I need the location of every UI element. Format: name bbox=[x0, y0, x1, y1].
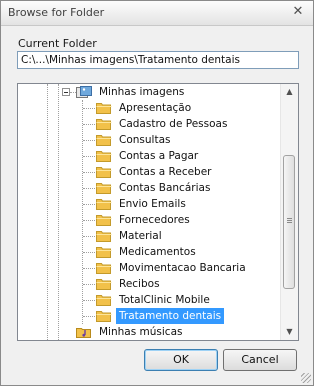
current-folder-label: Current Folder bbox=[18, 37, 97, 50]
tree-guide-line bbox=[58, 84, 59, 340]
tree-guide-line bbox=[83, 220, 95, 221]
tree-item-label: Contas a Receber bbox=[119, 166, 212, 178]
tree-item[interactable]: Envio Emails bbox=[96, 196, 298, 212]
tree-item[interactable]: Contas a Pagar bbox=[96, 148, 298, 164]
tree-item[interactable]: Cadastro de Pessoas bbox=[96, 116, 298, 132]
tree-item-label: TotalClinic Mobile bbox=[119, 294, 210, 306]
tree-item[interactable]: Consultas bbox=[96, 132, 298, 148]
tree-item[interactable]: Movimentacao Bancaria bbox=[96, 260, 298, 276]
vertical-scrollbar[interactable]: ▲ ▼ bbox=[280, 84, 298, 340]
tree-item-minhas-musicas[interactable]: Minhas músicas bbox=[76, 324, 298, 340]
tree-item-label: Envio Emails bbox=[119, 198, 186, 210]
current-folder-path[interactable]: C:\...\Minhas imagens\Tratamento dentais bbox=[17, 51, 299, 69]
tree-item-label: Minhas imagens bbox=[99, 86, 185, 98]
tree-item[interactable]: Contas a Receber bbox=[96, 164, 298, 180]
close-icon[interactable]: ✕ bbox=[290, 4, 306, 20]
tree-item[interactable]: TotalClinic Mobile bbox=[96, 292, 298, 308]
tree-item-label: Fornecedores bbox=[119, 214, 190, 226]
browse-folder-dialog: Browse for Folder ✕ Current Folder C:\..… bbox=[0, 0, 314, 386]
tree-guide-line bbox=[83, 204, 95, 205]
tree-item-label: Recibos bbox=[119, 278, 160, 290]
scroll-up-icon[interactable]: ▲ bbox=[281, 84, 298, 100]
tree-item-minhas-imagens[interactable]: Minhas imagens bbox=[76, 84, 298, 100]
tree-guide-line bbox=[83, 108, 95, 109]
tree-guide-line bbox=[83, 284, 95, 285]
tree-guide-line bbox=[47, 84, 48, 340]
tree-item[interactable]: Tratamento dentais bbox=[96, 308, 298, 324]
tree-item[interactable]: Apresentação bbox=[96, 100, 298, 116]
tree-item-label: Tratamento dentais bbox=[116, 308, 225, 324]
resize-grip-icon[interactable] bbox=[301, 373, 311, 383]
title-bar[interactable]: Browse for Folder ✕ bbox=[1, 1, 313, 26]
tree-item-label: Contas Bancárias bbox=[119, 182, 211, 194]
tree-item-label: Apresentação bbox=[119, 102, 192, 114]
scroll-down-icon[interactable]: ▼ bbox=[281, 324, 298, 340]
tree-guide-line bbox=[83, 188, 95, 189]
tree-item-label: Consultas bbox=[119, 134, 171, 146]
tree-item-label: Cadastro de Pessoas bbox=[119, 118, 228, 130]
tree-guide-line bbox=[83, 140, 95, 141]
ok-button[interactable]: OK bbox=[144, 349, 218, 371]
collapse-toggle-icon[interactable] bbox=[62, 88, 70, 96]
tree-guide-line bbox=[83, 124, 95, 125]
tree-guide-line bbox=[83, 268, 95, 269]
tree-guide-line bbox=[83, 236, 95, 237]
cancel-button[interactable]: Cancel bbox=[223, 349, 297, 371]
tree-item[interactable]: Medicamentos bbox=[96, 244, 298, 260]
grip-icon bbox=[287, 218, 292, 224]
tree-item-label: Minhas músicas bbox=[99, 326, 183, 338]
folder-tree[interactable]: Minhas imagens Apresentação Cadastro de Pe… bbox=[17, 83, 299, 341]
tree-item-label: Movimentacao Bancaria bbox=[119, 262, 246, 274]
tree-guide-line bbox=[83, 172, 95, 173]
tree-item[interactable]: Material bbox=[96, 228, 298, 244]
tree-guide-line bbox=[83, 316, 95, 317]
tree-item[interactable]: Fornecedores bbox=[96, 212, 298, 228]
tree-guide-line bbox=[83, 300, 95, 301]
window-title: Browse for Folder bbox=[8, 6, 105, 19]
tree-item-label: Material bbox=[119, 230, 162, 242]
tree-guide-line bbox=[83, 156, 95, 157]
tree-guide-line bbox=[82, 100, 83, 324]
tree-item-label: Medicamentos bbox=[119, 246, 196, 258]
tree-guide-line bbox=[83, 252, 95, 253]
tree-item[interactable]: Contas Bancárias bbox=[96, 180, 298, 196]
tree-item-label: Contas a Pagar bbox=[119, 150, 199, 162]
scrollbar-thumb[interactable] bbox=[283, 155, 295, 289]
tree-item[interactable]: Recibos bbox=[96, 276, 298, 292]
